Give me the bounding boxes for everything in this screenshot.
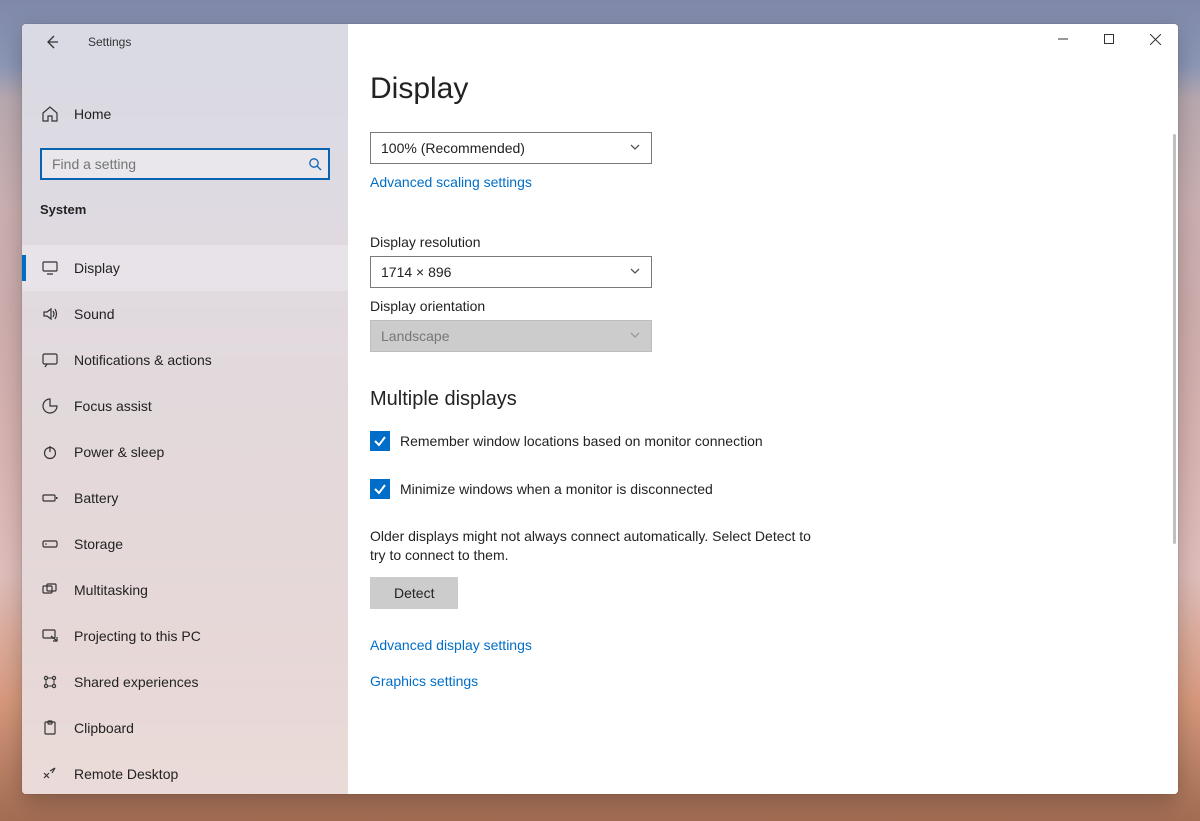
- sidebar-home-label: Home: [74, 106, 111, 122]
- remember-locations-label: Remember window locations based on monit…: [400, 433, 763, 449]
- orientation-label: Display orientation: [370, 298, 1178, 314]
- remember-locations-checkbox-row[interactable]: Remember window locations based on monit…: [370, 431, 1178, 451]
- advanced-scaling-link[interactable]: Advanced scaling settings: [370, 174, 532, 190]
- sidebar-item-multitasking[interactable]: Multitasking: [22, 567, 348, 613]
- close-icon: [1150, 34, 1161, 45]
- sidebar-item-notifications[interactable]: Notifications & actions: [22, 337, 348, 383]
- desktop-background: Settings Home System: [0, 0, 1200, 821]
- orientation-value: Landscape: [381, 328, 450, 344]
- sidebar-group-header: System: [40, 202, 348, 217]
- sound-icon: [40, 304, 60, 324]
- sidebar-item-shared-experiences[interactable]: Shared experiences: [22, 659, 348, 705]
- advanced-display-link[interactable]: Advanced display settings: [370, 637, 532, 653]
- app-title: Settings: [88, 35, 131, 49]
- detect-button[interactable]: Detect: [370, 577, 458, 609]
- sidebar-item-label: Multitasking: [74, 582, 148, 598]
- content-area: Display 100% (Recommended) Advanced scal…: [348, 24, 1178, 794]
- sidebar-item-focus-assist[interactable]: Focus assist: [22, 383, 348, 429]
- clipboard-icon: [40, 718, 60, 738]
- sidebar-item-power-sleep[interactable]: Power & sleep: [22, 429, 348, 475]
- chevron-down-icon: [629, 328, 641, 344]
- sidebar-item-label: Notifications & actions: [74, 352, 212, 368]
- sidebar-item-label: Storage: [74, 536, 123, 552]
- focus-assist-icon: [40, 396, 60, 416]
- sidebar-home[interactable]: Home: [22, 92, 348, 136]
- checkbox-checked-icon: [370, 431, 390, 451]
- sidebar-item-remote-desktop[interactable]: Remote Desktop: [22, 751, 348, 794]
- power-icon: [40, 442, 60, 462]
- search-wrap: [40, 148, 330, 180]
- scrollbar-thumb[interactable]: [1173, 134, 1176, 544]
- sidebar-item-label: Focus assist: [74, 398, 152, 414]
- battery-icon: [40, 488, 60, 508]
- sidebar-item-display[interactable]: Display: [22, 245, 348, 291]
- graphics-settings-link[interactable]: Graphics settings: [370, 673, 478, 689]
- sidebar-item-projecting[interactable]: Projecting to this PC: [22, 613, 348, 659]
- page-title: Display: [370, 72, 1178, 106]
- sidebar-item-battery[interactable]: Battery: [22, 475, 348, 521]
- sidebar-item-label: Projecting to this PC: [74, 628, 201, 644]
- multiple-displays-title: Multiple displays: [370, 388, 1178, 411]
- sidebar-item-label: Shared experiences: [74, 674, 199, 690]
- minimize-icon: [1058, 34, 1068, 44]
- minimize-disconnected-checkbox-row[interactable]: Minimize windows when a monitor is disco…: [370, 479, 1178, 499]
- close-button[interactable]: [1132, 24, 1178, 54]
- minimize-button[interactable]: [1040, 24, 1086, 54]
- search-input[interactable]: [40, 148, 330, 180]
- sidebar: Settings Home System: [22, 24, 348, 794]
- sidebar-item-label: Battery: [74, 490, 118, 506]
- sidebar-item-label: Power & sleep: [74, 444, 164, 460]
- multitasking-icon: [40, 580, 60, 600]
- resolution-value: 1714 × 896: [381, 264, 451, 280]
- chevron-down-icon: [629, 140, 641, 156]
- sidebar-item-sound[interactable]: Sound: [22, 291, 348, 337]
- back-arrow-icon: [44, 34, 60, 50]
- orientation-combo: Landscape: [370, 320, 652, 352]
- resolution-label: Display resolution: [370, 234, 1178, 250]
- maximize-button[interactable]: [1086, 24, 1132, 54]
- titlebar-left: Settings: [22, 24, 348, 60]
- chevron-down-icon: [629, 264, 641, 280]
- settings-window: Settings Home System: [22, 24, 1178, 794]
- minimize-disconnected-label: Minimize windows when a monitor is disco…: [400, 481, 713, 497]
- window-controls: [1040, 24, 1178, 54]
- scale-combo[interactable]: 100% (Recommended): [370, 132, 652, 164]
- sidebar-item-label: Sound: [74, 306, 114, 322]
- sidebar-nav: Display Sound Notifications & actions: [22, 245, 348, 794]
- maximize-icon: [1104, 34, 1114, 44]
- detect-helper-text: Older displays might not always connect …: [370, 527, 820, 565]
- sidebar-item-label: Clipboard: [74, 720, 134, 736]
- resolution-combo[interactable]: 1714 × 896: [370, 256, 652, 288]
- projecting-icon: [40, 626, 60, 646]
- sidebar-item-label: Display: [74, 260, 120, 276]
- shared-icon: [40, 672, 60, 692]
- search-box: [40, 148, 330, 180]
- notifications-icon: [40, 350, 60, 370]
- page: Display 100% (Recommended) Advanced scal…: [348, 24, 1178, 689]
- back-button[interactable]: [40, 30, 64, 54]
- display-icon: [40, 258, 60, 278]
- storage-icon: [40, 534, 60, 554]
- home-icon: [40, 104, 60, 124]
- sidebar-item-clipboard[interactable]: Clipboard: [22, 705, 348, 751]
- checkbox-checked-icon: [370, 479, 390, 499]
- remote-desktop-icon: [40, 764, 60, 784]
- sidebar-item-label: Remote Desktop: [74, 766, 178, 782]
- sidebar-item-storage[interactable]: Storage: [22, 521, 348, 567]
- scale-value: 100% (Recommended): [381, 140, 525, 156]
